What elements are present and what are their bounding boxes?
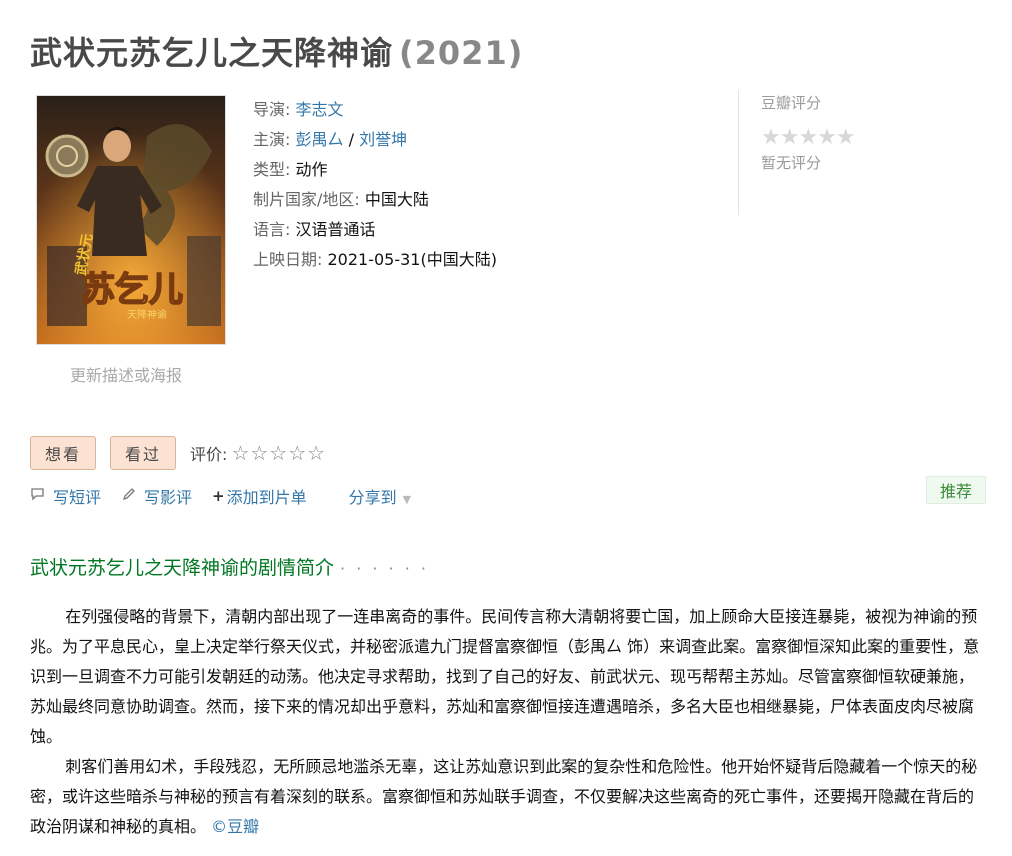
summary-heading-text: 武状元苏乞儿之天降神谕的剧情简介 (30, 557, 335, 579)
cast-row: 主演: 彭禺厶 / 刘誉坤 (253, 125, 497, 155)
share-dropdown[interactable]: 分享到 ▼ (349, 484, 411, 508)
genre-row: 类型: 动作 (253, 155, 497, 185)
country-value: 中国大陆 (364, 190, 429, 209)
genre-value: 动作 (295, 160, 328, 179)
summary-paragraph-1: 在列强侵略的背景下，清朝内部出现了一连串离奇的事件。民间传言称大清朝将要亡国，加… (30, 607, 980, 746)
director-row: 导演: 李志文 (253, 95, 497, 125)
recommend-button[interactable]: 推荐 (926, 476, 986, 504)
movie-title: 武状元苏乞儿之天降神谕 (30, 34, 394, 72)
language-value: 汉语普通话 (295, 220, 376, 239)
director-label: 导演: (253, 100, 291, 119)
add-to-list-label: 添加到片单 (226, 488, 307, 507)
rating-stars-icon: ★★★★★ (761, 125, 856, 150)
country-label: 制片国家/地区: (253, 190, 360, 209)
watched-button[interactable]: 看过 (110, 436, 177, 470)
add-to-list-link[interactable]: + 添加到片单 (212, 484, 307, 508)
cast-label: 主演: (253, 130, 291, 149)
rate-stars-input[interactable]: ☆☆☆☆☆ (231, 441, 326, 465)
movie-poster[interactable]: 苏乞儿 武状元 天降神谕 (36, 95, 226, 345)
rate-label: 评价: (190, 445, 228, 464)
summary-heading-dots: · · · · · · (340, 559, 429, 578)
action-bar: 想看 看过 评价: ☆☆☆☆☆ (30, 436, 326, 470)
release-row: 上映日期: 2021-05-31(中国大陆) (253, 245, 497, 275)
svg-text:苏乞儿: 苏乞儿 (81, 270, 183, 310)
page-title: 武状元苏乞儿之天降神谕 (2021) (30, 28, 523, 74)
rating-panel: 豆瓣评分 ★★★★★ 暂无评分 (738, 90, 898, 215)
link-bar: 写短评 写影评 + 添加到片单 分享到 ▼ (30, 484, 411, 508)
release-label: 上映日期: (253, 250, 323, 269)
movie-year: (2021) (399, 34, 524, 72)
copyright-link[interactable]: ©豆瓣 (211, 817, 259, 836)
summary-paragraph-2: 刺客们善用幻术，手段残忍，无所顾忌地滥杀无辜，这让苏灿意识到此案的复杂性和危险性… (30, 752, 980, 842)
chevron-down-icon: ▼ (402, 493, 412, 506)
cast-link-1[interactable]: 彭禺厶 (296, 130, 344, 149)
release-value: 2021-05-31(中国大陆) (327, 250, 497, 269)
write-short-review-label: 写短评 (53, 488, 102, 507)
write-review-label: 写影评 (144, 488, 193, 507)
svg-text:天降神谕: 天降神谕 (127, 308, 167, 321)
summary-body: 在列强侵略的背景下，清朝内部出现了一连串离奇的事件。民间传言称大清朝将要亡国，加… (30, 602, 980, 842)
movie-info: 导演: 李志文 主演: 彭禺厶 / 刘誉坤 类型: 动作 制片国家/地区: 中国… (253, 95, 497, 275)
no-rating-text: 暂无评分 (761, 154, 822, 172)
summary-heading: 武状元苏乞儿之天降神谕的剧情简介 · · · · · · (30, 553, 429, 580)
director-link[interactable]: 李志文 (296, 100, 344, 119)
cast-separator: / (343, 130, 360, 149)
comment-icon (30, 487, 45, 505)
share-label: 分享到 (348, 488, 397, 507)
summary-paragraph-2-text: 刺客们善用幻术，手段残忍，无所顾忌地滥杀无辜，这让苏灿意识到此案的复杂性和危险性… (30, 757, 978, 836)
update-description-link[interactable]: 更新描述或海报 (70, 362, 182, 386)
language-label: 语言: (253, 220, 291, 239)
write-review-link[interactable]: 写影评 (121, 484, 192, 508)
cast-link-2[interactable]: 刘誉坤 (359, 130, 407, 149)
country-row: 制片国家/地区: 中国大陆 (253, 185, 497, 215)
genre-label: 类型: (253, 160, 291, 179)
want-to-watch-button[interactable]: 想看 (30, 436, 97, 470)
pencil-icon (121, 487, 136, 506)
language-row: 语言: 汉语普通话 (253, 215, 497, 245)
write-short-review-link[interactable]: 写短评 (30, 484, 101, 508)
poster-image: 苏乞儿 武状元 天降神谕 (37, 96, 225, 344)
rating-label: 豆瓣评分 (761, 94, 822, 112)
plus-icon: + (212, 487, 225, 505)
